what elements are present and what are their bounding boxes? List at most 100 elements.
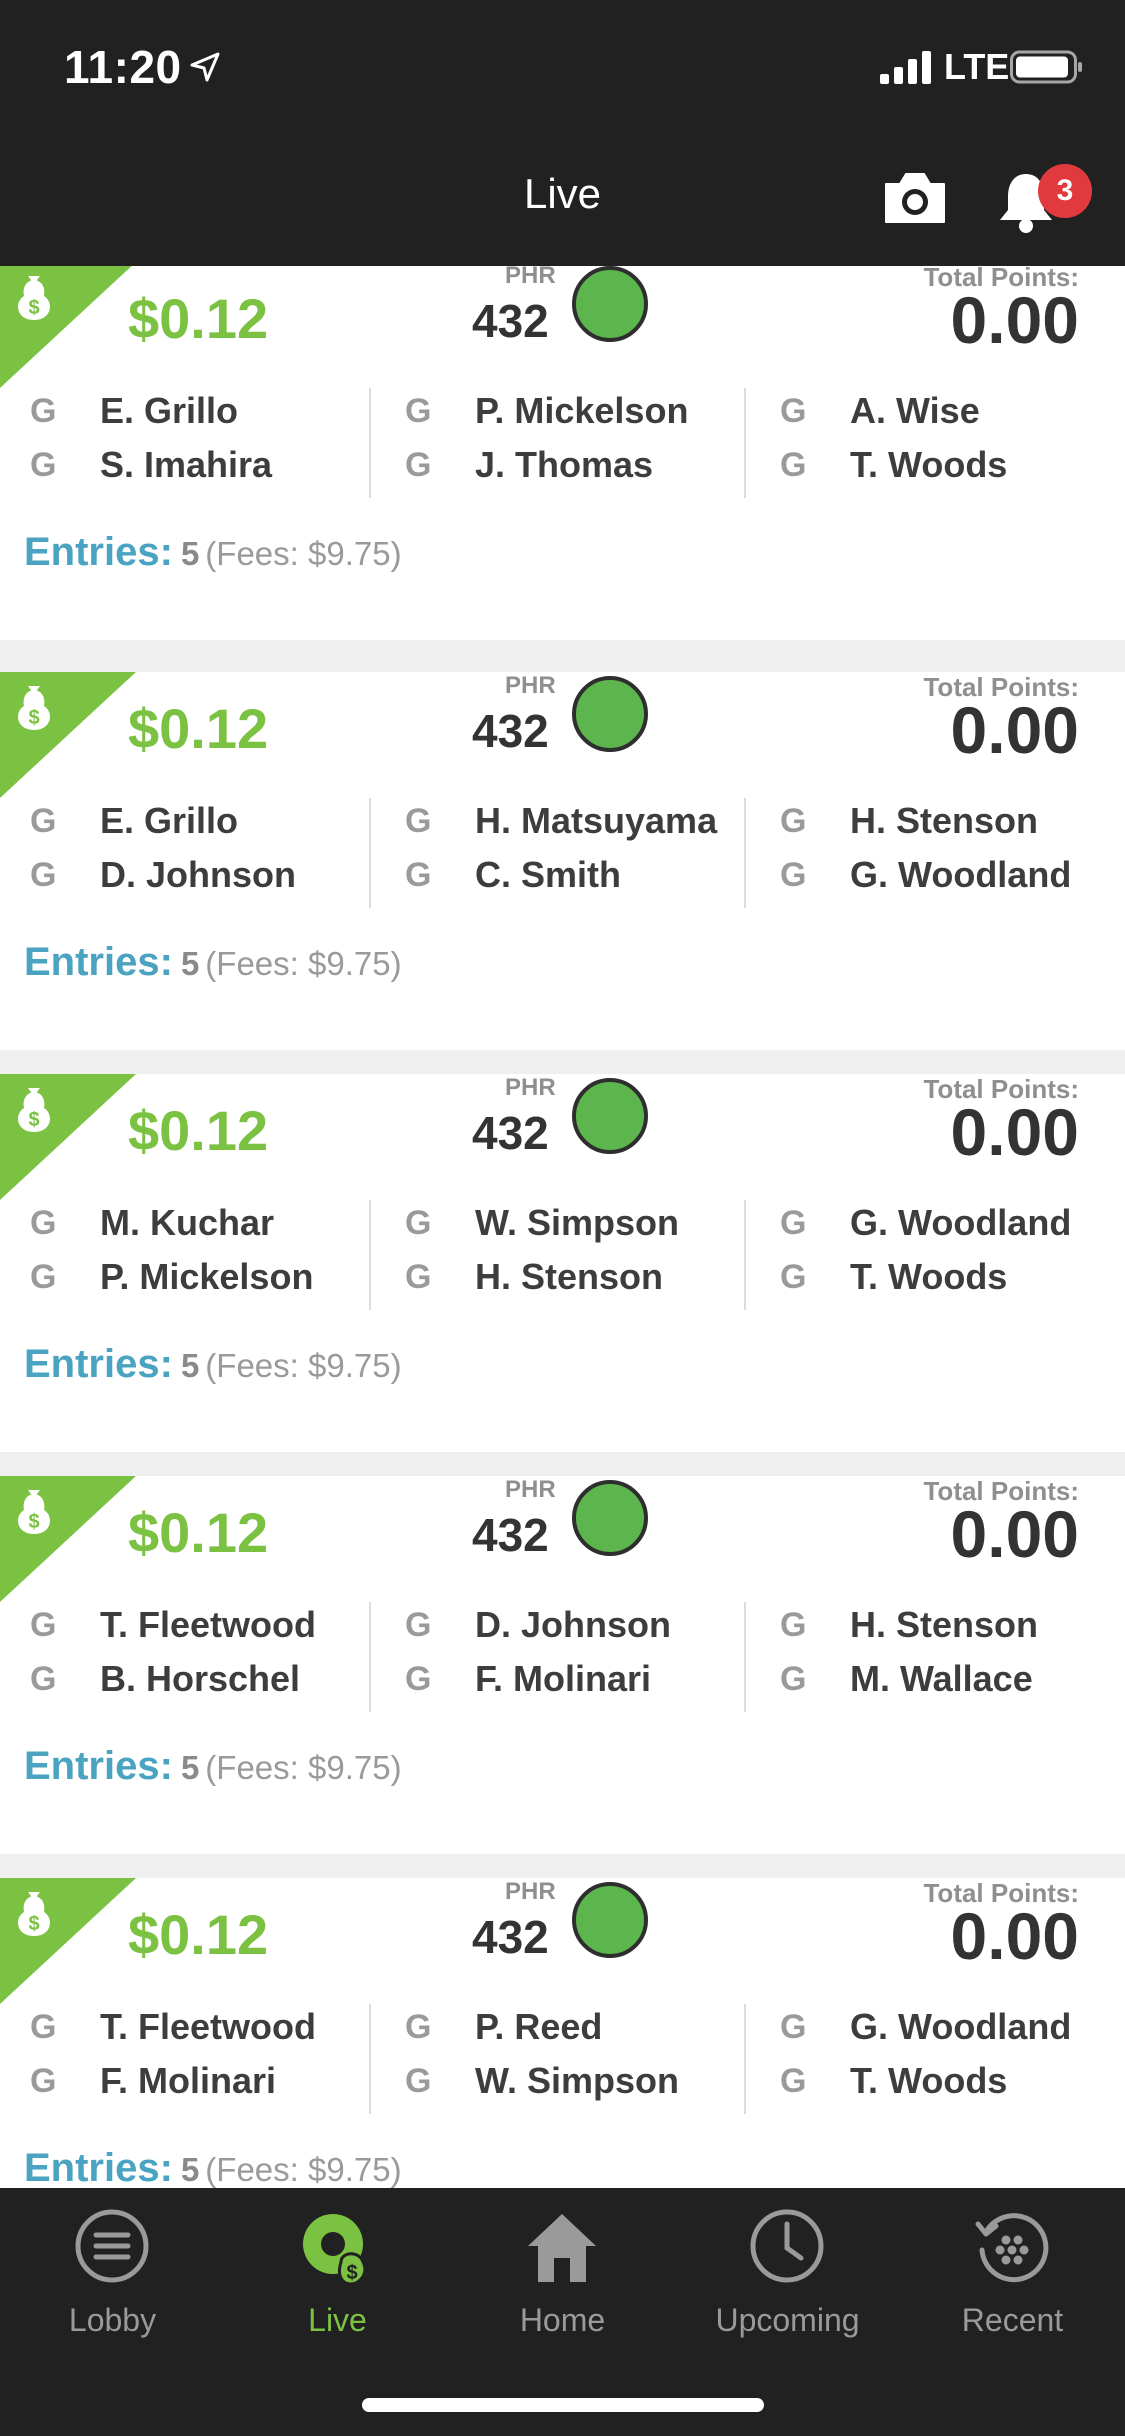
svg-text:$: $ (28, 1109, 39, 1131)
entries-label: Entries: (24, 1744, 173, 1788)
total-points-value: 0.00 (950, 1899, 1079, 1973)
player-position: G (780, 1258, 807, 1296)
player-name: T. Fleetwood (100, 2006, 316, 2047)
tab-upcoming[interactable]: Upcoming (675, 2188, 900, 2358)
battery-icon (1010, 50, 1082, 84)
entries-summary: Entries: 5 (Fees: $9.75) (24, 1744, 402, 1789)
top-bar: 11:20 LTE Live 3 (0, 0, 1125, 266)
network-type: LTE (944, 46, 1010, 87)
status-time: 11:20 (64, 41, 182, 93)
contest-card[interactable]: $ $0.12 PHR 432 Total Points: 0.00 G T. Fleetwo… (0, 1878, 1125, 2188)
prize-amount: $0.12 (128, 287, 269, 350)
player-name: E. Grillo (100, 390, 239, 431)
entries-summary: Entries: 5 (Fees: $9.75) (24, 940, 402, 985)
player-position: G (405, 1660, 432, 1698)
player-position: G (405, 1606, 432, 1644)
player-position: G (405, 392, 432, 430)
total-points-value: 0.00 (950, 1497, 1079, 1571)
entry-fees: (Fees: $9.75) (205, 1347, 402, 1384)
signal-icon (880, 51, 931, 84)
contest-card[interactable]: $ $0.12 PHR 432 Total Points: 0.00 G E. Grillo G… (0, 672, 1125, 1050)
entries-summary: Entries: 5 (Fees: $9.75) (24, 2146, 402, 2188)
player-position: G (30, 392, 57, 430)
player-name: P. Mickelson (475, 390, 689, 431)
entry-fees: (Fees: $9.75) (205, 1749, 402, 1786)
tab-label: Live (308, 2302, 367, 2338)
player-name: H. Stenson (475, 1256, 664, 1297)
contest-card[interactable]: $ $0.12 PHR 432 Total Points: 0.00 G E. Grillo G… (0, 266, 1125, 640)
player-name: T. Woods (850, 444, 1008, 485)
tab-label: Lobby (68, 2302, 157, 2338)
tab-lobby[interactable]: Lobby (0, 2188, 225, 2358)
column-divider (369, 2004, 371, 2114)
contest-list[interactable]: $ $0.12 PHR 432 Total Points: 0.00 G E. Grillo G… (0, 266, 1125, 2188)
column-divider (744, 798, 746, 908)
money-bag-icon: $ (0, 266, 136, 388)
svg-text:$: $ (28, 707, 39, 729)
entries-count: 5 (180, 2151, 200, 2188)
money-bag-icon: $ (0, 1476, 136, 1602)
home-indicator[interactable] (362, 2398, 764, 2412)
money-bag-icon: $ (0, 1878, 136, 2004)
column-divider (369, 1200, 371, 1310)
player-name: G. Woodland (850, 1202, 1072, 1243)
svg-text:$: $ (28, 297, 39, 319)
player-position: G (780, 856, 807, 894)
entries-summary: Entries: 5 (Fees: $9.75) (24, 1342, 402, 1387)
player-position: G (780, 446, 807, 484)
entries-label: Entries: (24, 530, 173, 574)
entries-summary: Entries: 5 (Fees: $9.75) (24, 530, 402, 575)
player-name: T. Fleetwood (100, 1604, 316, 1645)
live-status-indicator (572, 266, 648, 342)
player-name: W. Simpson (475, 2060, 680, 2101)
player-name: G. Woodland (850, 854, 1072, 895)
home-icon (528, 2214, 596, 2282)
player-name: D. Johnson (475, 1604, 671, 1645)
player-name: C. Smith (475, 854, 622, 895)
camera-icon[interactable] (882, 170, 948, 226)
total-points-value: 0.00 (950, 693, 1079, 767)
phr-value: 432 (472, 1107, 549, 1159)
player-position: G (780, 1606, 807, 1644)
phr-value: 432 (472, 295, 549, 347)
entries-label: Entries: (24, 1342, 173, 1386)
phr-label: PHR (505, 672, 556, 699)
svg-text:$: $ (28, 1511, 39, 1533)
player-name: S. Imahira (100, 444, 273, 485)
tab-live[interactable]: $ Live (225, 2188, 450, 2358)
player-position: G (405, 2008, 432, 2046)
player-name: D. Johnson (100, 854, 296, 895)
player-position: G (30, 2062, 57, 2100)
total-points-value: 0.00 (950, 283, 1079, 357)
svg-text:$: $ (28, 1913, 39, 1935)
prize-amount: $0.12 (128, 1903, 269, 1966)
entry-fees: (Fees: $9.75) (205, 945, 402, 982)
contest-card[interactable]: $ $0.12 PHR 432 Total Points: 0.00 G M. Kuchar G… (0, 1074, 1125, 1452)
player-name: W. Simpson (475, 1202, 680, 1243)
tab-recent[interactable]: Recent (900, 2188, 1125, 2358)
tab-label: Recent (961, 2302, 1064, 2338)
player-position: G (30, 802, 57, 840)
phr-label: PHR (505, 1476, 556, 1503)
player-name: M. Wallace (850, 1658, 1033, 1699)
tab-home[interactable]: Home (450, 2188, 675, 2358)
player-position: G (780, 1660, 807, 1698)
player-name: B. Horschel (100, 1658, 301, 1699)
player-position: G (30, 2008, 57, 2046)
column-divider (369, 388, 371, 498)
player-position: G (405, 802, 432, 840)
phr-label: PHR (505, 1878, 556, 1905)
live-money-icon: $ (303, 2214, 367, 2286)
phr-value: 432 (472, 1911, 549, 1963)
player-position: G (30, 1204, 57, 1242)
entries-count: 5 (180, 1347, 200, 1384)
player-position: G (780, 2062, 807, 2100)
entries-label: Entries: (24, 940, 173, 984)
phr-label: PHR (505, 1074, 556, 1101)
player-name: H. Matsuyama (475, 800, 718, 841)
history-icon (975, 2213, 1049, 2283)
column-divider (744, 388, 746, 498)
player-name: F. Molinari (475, 1658, 652, 1699)
contest-card[interactable]: $ $0.12 PHR 432 Total Points: 0.00 G T. Fleetwo… (0, 1476, 1125, 1854)
player-position: G (30, 1258, 57, 1296)
